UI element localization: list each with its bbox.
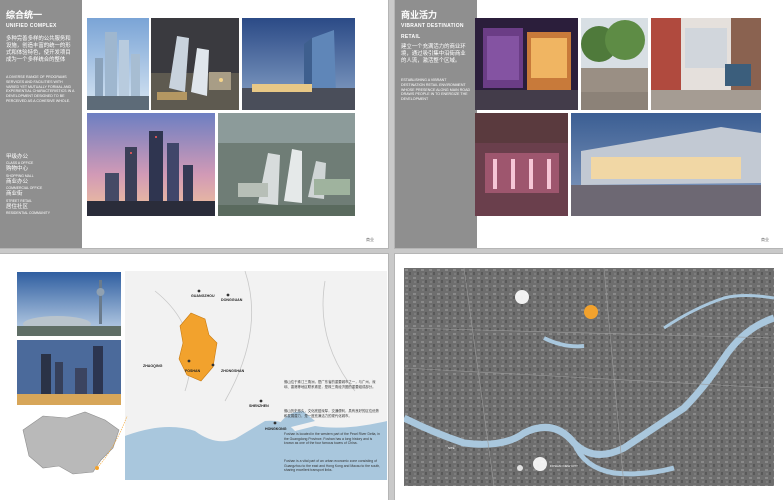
photo-retail-facade-dusk [571,113,761,216]
page-title-en: VIBRANT DESTINATION RETAIL [401,23,464,40]
page-folio: 商业 [366,237,374,242]
map-annotation: SITE [448,446,455,450]
photo-aerial-masterplan [218,113,355,216]
photo-street-trees [581,18,648,110]
china-map [22,411,128,475]
context-paragraph-en: Foshan is a vital part of an urban econo… [284,459,381,473]
description-cn: 建立一个充满活力的商业环境，通过吸引集中沿街商业的人流，激活整个区域。 [401,44,466,64]
photo-aerial-complex [151,18,239,110]
photo-office-towers [87,18,149,110]
description-en: A DIVERSE RANGE OF PROGRAMS SERVICES AND… [6,75,75,103]
program-item: 居住社区 RESIDENTIAL COMMUNITY [6,203,50,216]
regional-map: GUANGZHOU DONGGUAN ZHAOQING FOSHAN ZHONG… [125,271,387,480]
page-title-en: UNIFIED COMPLEX [6,23,57,29]
program-item: 商业办公 COMMERCIAL OFFICE [6,178,43,191]
city-label: ZHAOQING [143,364,163,368]
city-label: ZHONGSHAN [221,369,245,373]
aerial-site-map: SITE FOSHAN NEW CITY [404,268,774,486]
city-label: DONGGUAN [221,298,243,302]
program-list: 甲级办公 CLASS A OFFICE 购物中心 SHOPPING MALL 商业办… [6,154,78,216]
context-paragraph-cn: 佛山位于珠江三角洲，是广东省的重要城市之一，与广州、深圳、香港等地区联系紧密，是… [284,380,376,389]
program-item: 甲级办公 CLASS A OFFICE [6,154,34,166]
page-aerial-site: SITE FOSHAN NEW CITY [395,254,783,500]
photo-glass-tower [242,18,355,110]
photo-mall-night [475,18,578,110]
page-title: 综合统一 UNIFIED COMPLEX [6,10,57,32]
program-item: 商业街 STREET RETAIL [6,191,32,203]
city-label: SHENZHEN [249,404,269,408]
program-item: 购物中心 SHOPPING MALL [6,166,34,178]
photo-retail-plaza-night [475,113,568,216]
page-folio: 商业 [761,237,769,242]
city-label: HONGKONG [265,427,287,431]
context-paragraph-cn: 佛山历史悠久，文化底蕴深厚，交通便利，具有良好的区位优势和发展潜力，是一座充满活… [284,409,379,418]
side-band: 商业活力 VIBRANT DESTINATION RETAIL 建立一个充满活力… [395,0,477,248]
city-label: FOSHAN [185,369,201,373]
page-unified-complex: 综合统一 UNIFIED COMPLEX 多种完善多样的公共服务和设施，创造丰富… [0,0,388,248]
description-cn: 多种完善多样的公共服务和设施，创造丰富的统一的形式和体验特色，使开发项目成为一个… [6,36,71,63]
map-annotation: FOSHAN NEW CITY [550,464,579,468]
page-title: 商业活力 VIBRANT DESTINATION RETAIL [401,10,477,43]
photo-city-night [17,340,121,405]
page-vibrant-retail: 商业活力 VIBRANT DESTINATION RETAIL 建立一个充满活力… [395,0,783,248]
page-regional-context: GUANGZHOU DONGGUAN ZHAOQING FOSHAN ZHONG… [0,254,388,500]
side-band: 综合统一 UNIFIED COMPLEX 多种完善多样的公共服务和设施，创造丰富… [0,0,82,248]
photo-dusk-skyline [87,113,215,216]
city-label: GUANGZHOU [191,294,215,298]
photo-tv-tower [17,272,121,336]
description-en: ESTABLISHING A VIBRANT DESTINATION RETAI… [401,78,471,102]
photo-shopping-street [651,18,761,110]
context-paragraph-en: Foshan is located in the western part of… [284,432,380,446]
